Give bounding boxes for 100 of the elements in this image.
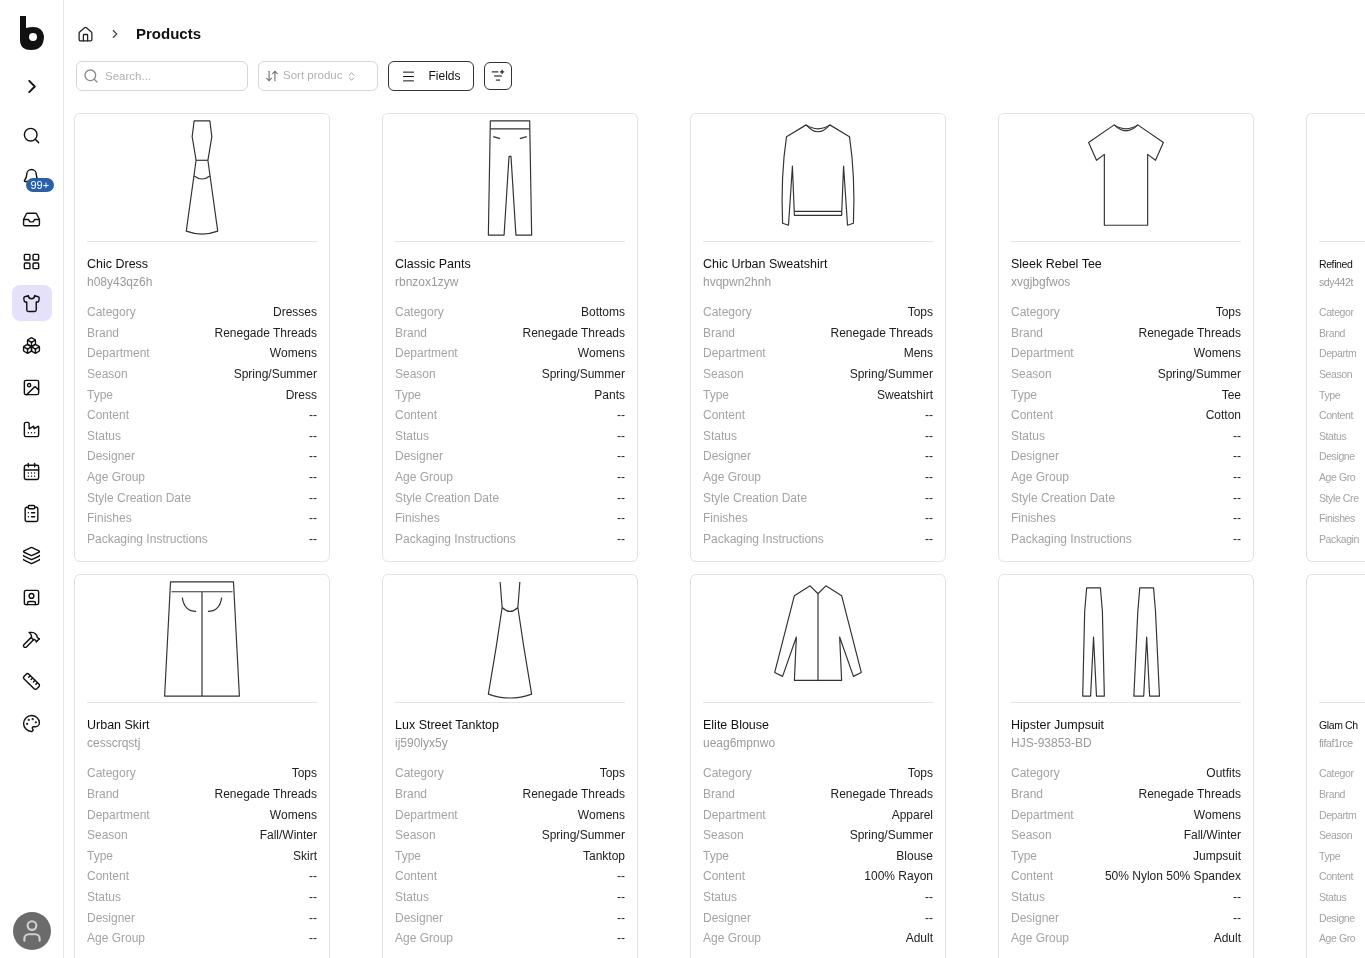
field-label: Packaging Instructions [1011,530,1132,547]
product-code: rbnzox1zyw [395,274,460,290]
fields-button[interactable]: Fields [388,61,474,91]
field-label: Style Cre [1319,490,1359,506]
ruler-icon [22,671,41,691]
field-label: Status [395,889,430,905]
field-label: Brand [395,324,428,341]
field-value: Spring/Summer [1157,366,1241,383]
field-label: Type [703,386,729,403]
field-label: Brand [1319,787,1346,802]
field-label: Style Creation Date [395,489,500,506]
product-code: h08y43qz6h [87,274,154,290]
product-name: Refined [1319,257,1354,272]
nav-item[interactable]: 99+ [11,159,52,195]
product-name: Hipster Jumpsuit [1011,717,1106,734]
field-value: -- [617,469,625,486]
field-value: Cotton [1205,407,1241,424]
field-value: Tops [907,304,933,321]
logo-icon[interactable] [17,16,46,50]
field-value: Renegade Threads [830,324,933,341]
product-card[interactable]: Hipster Jumpsuit HJS-93853-BD Category Outfits Brand Renegade Threads Department Womens Season Fall/Winter Type Jumpsuit Content 50% Nylon 50% Spandex Status -- Designer -- Age Group Adult [998,574,1254,958]
field-value: -- [617,868,625,885]
field-label: Content [1319,408,1353,424]
field-label: Category [395,304,444,321]
product-card[interactable]: Lux Street Tanktop ij590lyx5y Category Tops Brand Renegade Threads Department Womens Season Spring/Summer Type Tanktop Content -- Status -- Designer -- Age Group -- [382,574,638,958]
field-value: Renegade Threads [214,324,317,341]
field-label: Age Gro [1319,931,1356,947]
field-label: Season [87,366,128,383]
field-value: Skirt [293,847,317,864]
field-value: -- [1233,530,1241,547]
field-label: Brand [1011,324,1044,341]
field-value: -- [925,889,933,905]
product-card[interactable]: Urban Skirt cesscrqstj Category Tops Brand Renegade Threads Department Womens Season Fall/Winter Type Skirt Content -- Status -- Designer -- Age Group -- [74,574,330,958]
field-value: -- [617,510,625,527]
field-value: Renegade Threads [1138,324,1241,341]
field-value: -- [1233,448,1241,465]
field-label: Type [87,386,113,403]
search-icon [83,68,99,84]
field-value: -- [309,909,317,926]
field-value: -- [617,889,625,905]
field-label: Department [87,806,150,823]
field-value: -- [1233,909,1241,926]
field-label: Departm [1319,807,1357,823]
field-label: Content [703,868,746,885]
field-label: Status [395,427,430,444]
user-avatar[interactable] [12,912,51,950]
field-value: Adult [1213,930,1241,947]
field-value: -- [617,407,625,424]
field-value: -- [309,407,317,424]
field-label: Type [1319,387,1341,403]
nav-item[interactable] [11,285,52,321]
product-card[interactable]: Refined sdy442t Categor Brand Departm Season Type Content Status Designe Age Gro Style Cre Finishes Packagin [1306,113,1365,563]
field-value: Mens [903,345,933,362]
product-code: ij590lyx5y [395,735,449,752]
field-label: Brand [395,786,428,802]
field-value: Tops [1215,304,1241,321]
product-name: Sleek Rebel Tee [1011,256,1103,272]
field-label: Packagin [1319,531,1359,547]
search-field[interactable]: Search... [76,61,248,91]
field-value: Jumpsuit [1192,847,1241,864]
field-label: Season [87,827,128,844]
field-label: Brand [703,786,736,802]
field-label: Finishes [395,510,440,527]
clipboard-icon [22,503,41,523]
field-label: Style Creation Date [703,489,808,506]
add-filter-button[interactable] [484,62,512,90]
home-icon[interactable] [77,25,94,43]
field-value: -- [925,407,933,424]
field-label: Category [87,304,136,321]
field-label: Department [703,806,766,823]
field-label: Season [395,827,436,844]
field-label: Designer [1011,448,1060,465]
field-value: -- [309,427,317,444]
field-value: -- [925,469,933,486]
field-value: -- [309,448,317,465]
layers-icon [22,545,41,565]
field-value: Womens [577,806,625,823]
field-label: Season [1319,367,1353,383]
field-value: -- [309,489,317,506]
field-label: Category [1011,765,1060,782]
field-label: Packaging Instructions [703,530,824,547]
field-label: Categor [1319,305,1354,321]
field-label: Packaging Instructions [87,530,208,547]
field-label: Designe [1319,449,1355,465]
product-card[interactable]: Glam Ch fifaf1rce Categor Brand Departm Season Type Content Status Designe Age Gro [1306,574,1365,958]
field-label: Type [1319,848,1341,864]
field-value: Blouse [896,847,933,864]
field-label: Departm [1319,346,1357,362]
product-card[interactable]: Elite Blouse ueag6mpnwo Category Tops Brand Renegade Threads Department Apparel Season Spring/Summer Type Blouse Content 100% Rayon Status -- Designer -- Age Group Adult [690,574,946,958]
field-value: -- [309,930,317,947]
notification-badge: 99+ [25,178,55,192]
product-name: Elite Blouse [703,717,770,734]
field-value: -- [1233,427,1241,444]
field-label: Style Creation Date [87,489,192,506]
field-label: Designer [395,448,444,465]
page-title: Products [136,23,201,44]
field-value: Renegade Threads [1138,786,1241,802]
field-value: 100% Rayon [864,868,933,885]
field-value: -- [617,427,625,444]
field-value: Spring/Summer [541,366,625,383]
